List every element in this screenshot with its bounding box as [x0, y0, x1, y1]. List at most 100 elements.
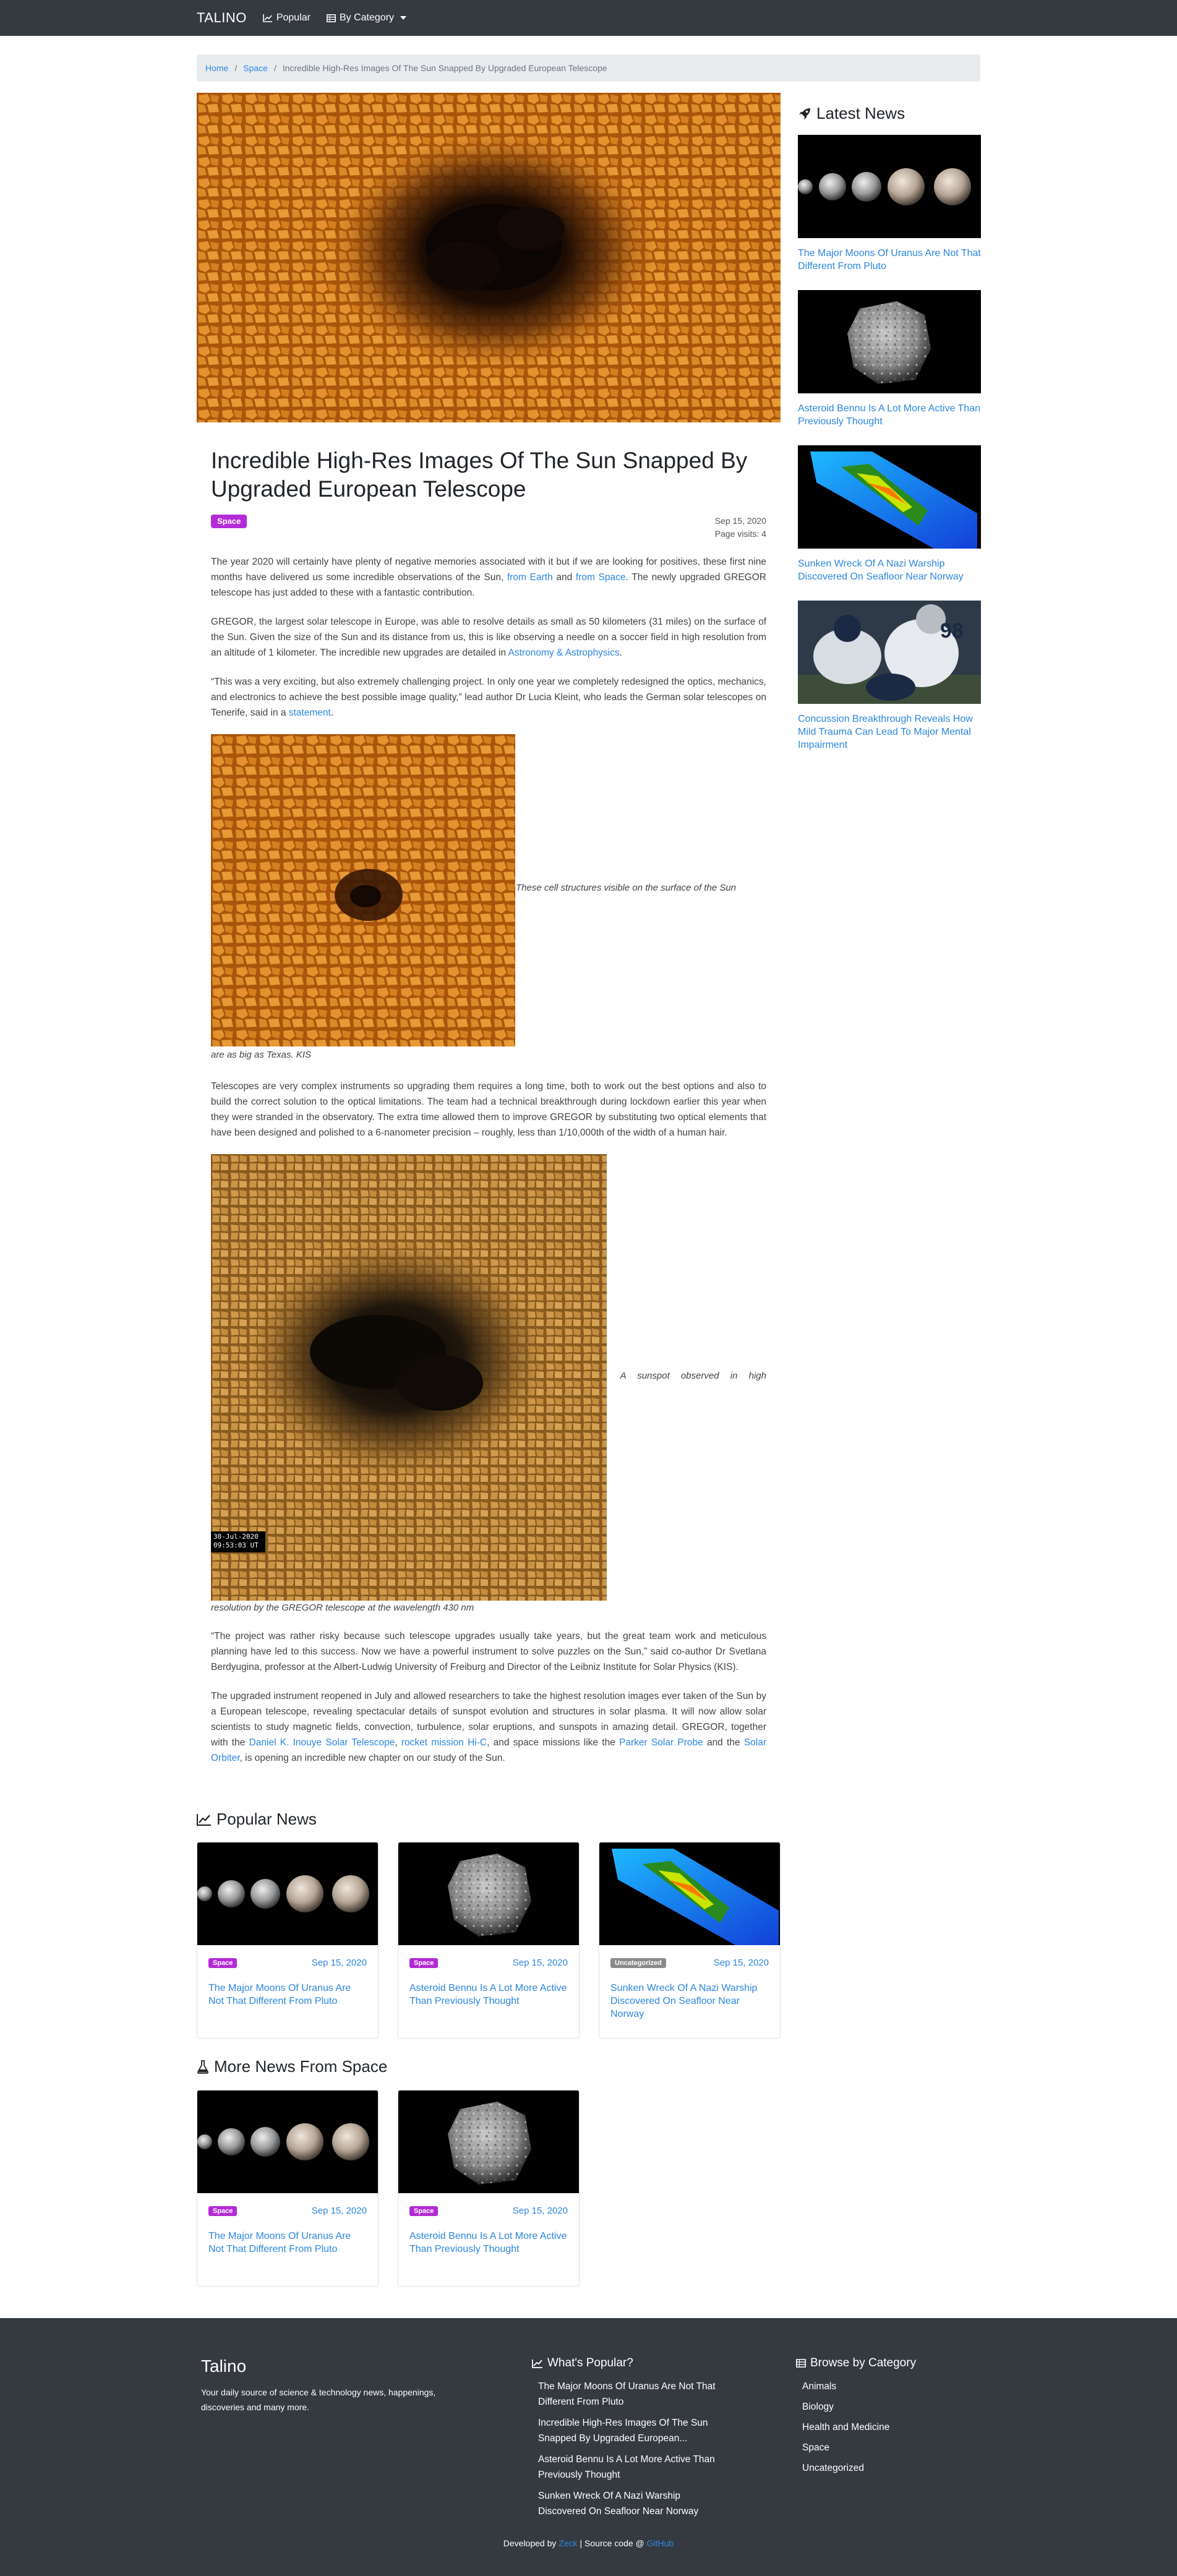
news-card[interactable]: Space Sep 15, 2020 The Major Moons Of Ur…: [197, 1842, 379, 2039]
figure-image: 30-Jul-2020 09:53:03 UT: [211, 1154, 607, 1601]
link-parker-solar-probe[interactable]: Parker Solar Probe: [619, 1737, 703, 1748]
card-title[interactable]: The Major Moons Of Uranus Are Not That D…: [208, 1982, 367, 2008]
footer-popular-item[interactable]: Sunken Wreck Of A Nazi Warship Discovere…: [538, 2488, 730, 2519]
figure-caption-continued: are as big as Texas. KIS: [211, 1050, 312, 1060]
sidebar-item[interactable]: Sunken Wreck Of A Nazi Warship Discovere…: [798, 445, 981, 583]
chart-line-icon: [263, 14, 273, 22]
sidebar-item[interactable]: Asteroid Bennu Is A Lot More Active Than…: [798, 290, 981, 428]
moons-thumbnail[interactable]: [197, 2090, 378, 2193]
footer-popular-list: The Major Moons Of Uranus Are Not That D…: [532, 2379, 730, 2519]
asteroid-thumbnail[interactable]: [398, 2090, 579, 2193]
footer-category-uncategorized[interactable]: Uncategorized: [802, 2460, 982, 2476]
card-date: Sep 15, 2020: [512, 2206, 568, 2216]
nav-popular[interactable]: Popular: [263, 12, 310, 24]
text-run: .: [330, 708, 334, 718]
more-news-label: More News From Space: [214, 2057, 388, 2076]
news-card[interactable]: Space Sep 15, 2020 The Major Moons Of Ur…: [197, 2090, 379, 2287]
text-run: and the: [703, 1737, 744, 1748]
footer-description: Your daily source of science & technolog…: [201, 2387, 436, 2412]
card-title[interactable]: Asteroid Bennu Is A Lot More Active Than…: [409, 2230, 568, 2256]
sidebar-item-title[interactable]: The Major Moons Of Uranus Are Not That D…: [798, 247, 981, 273]
football-thumbnail[interactable]: 98: [798, 601, 981, 704]
category-badge[interactable]: Uncategorized: [610, 1958, 666, 1968]
card-title[interactable]: Sunken Wreck Of A Nazi Warship Discovere…: [610, 1982, 769, 2021]
link-from-earth[interactable]: from Earth: [507, 572, 553, 583]
footer-category-space[interactable]: Space: [802, 2440, 982, 2455]
sidebar-item-title[interactable]: Sunken Wreck Of A Nazi Warship Discovere…: [798, 557, 981, 583]
sidebar-item-title[interactable]: Concussion Breakthrough Reveals How Mild…: [798, 712, 981, 751]
card-body: Space Sep 15, 2020 Asteroid Bennu Is A L…: [398, 2193, 579, 2268]
footer-popular-item[interactable]: The Major Moons Of Uranus Are Not That D…: [538, 2379, 730, 2410]
github-link[interactable]: GitHub: [647, 2538, 674, 2548]
footer-popular-item[interactable]: Asteroid Bennu Is A Lot More Active Than…: [538, 2452, 730, 2483]
sidebar-item[interactable]: The Major Moons Of Uranus Are Not That D…: [798, 135, 981, 273]
category-badge[interactable]: Space: [208, 1958, 238, 1968]
card-meta: Space Sep 15, 2020: [208, 2206, 367, 2216]
popular-news-title: Popular News: [197, 1810, 317, 1829]
brand-logo[interactable]: TALINO: [197, 10, 247, 26]
footer-popular: What's Popular? The Major Moons Of Uranu…: [532, 2356, 730, 2525]
breadcrumb-current: Incredible High-Res Images Of The Sun Sn…: [282, 63, 607, 73]
breadcrumb: Home / Space / Incredible High-Res Image…: [197, 54, 980, 82]
figure-caption: These cell structures visible on the sur…: [516, 883, 737, 893]
category-badge[interactable]: Space: [409, 1958, 439, 1968]
shipwreck-thumbnail[interactable]: [798, 445, 981, 549]
text-run: , is opening an incredible new chapter o…: [239, 1753, 505, 1763]
link-astronomy-astrophysics[interactable]: Astronomy & Astrophysics: [508, 648, 620, 658]
sidebar-item-title[interactable]: Asteroid Bennu Is A Lot More Active Than…: [798, 402, 981, 428]
card-body: Uncategorized Sep 15, 2020 Sunken Wreck …: [599, 1945, 780, 2033]
footer-category-head: Browse by Category: [796, 2356, 982, 2370]
hero-image: [197, 93, 781, 422]
link-inouye-telescope[interactable]: Daniel K. Inouye Solar Telescope: [249, 1737, 395, 1748]
figure-sunspot: 30-Jul-2020 09:53:03 UT A sunspot observ…: [211, 1154, 766, 1615]
sidebar-item[interactable]: 98 Concussion Breakthrough Reveals How M…: [798, 601, 981, 751]
asteroid-thumbnail[interactable]: [798, 290, 981, 393]
card-meta: Space Sep 15, 2020: [409, 2206, 568, 2216]
footer-category-biology[interactable]: Biology: [802, 2399, 982, 2415]
breadcrumb-home[interactable]: Home: [205, 63, 228, 73]
category-badge[interactable]: Space: [211, 515, 247, 528]
developer-link[interactable]: Zeck: [559, 2538, 577, 2548]
footer-category-animals[interactable]: Animals: [802, 2379, 982, 2394]
footer-category-label: Browse by Category: [810, 2356, 917, 2369]
shipwreck-thumbnail[interactable]: [599, 1842, 780, 1945]
link-from-space[interactable]: from Space: [576, 572, 626, 583]
link-statement[interactable]: statement: [289, 708, 331, 718]
navbar: TALINO Popular By Category: [0, 0, 1177, 36]
card-title[interactable]: The Major Moons Of Uranus Are Not That D…: [208, 2230, 367, 2256]
asteroid-thumbnail[interactable]: [398, 1842, 579, 1945]
footer-categories: Browse by Category Animals Biology Healt…: [796, 2356, 982, 2481]
footer-category-health[interactable]: Health and Medicine: [802, 2420, 982, 2435]
figure-image: [211, 734, 515, 1046]
card-meta: Space Sep 15, 2020: [208, 1958, 367, 1968]
moons-thumbnail[interactable]: [197, 1842, 378, 1945]
link-hi-c[interactable]: rocket mission Hi-C: [401, 1737, 487, 1748]
article-paragraph: “This was a very exciting, but also extr…: [211, 674, 766, 721]
news-card[interactable]: Uncategorized Sep 15, 2020 Sunken Wreck …: [599, 1842, 781, 2039]
figure-caption-continued: resolution by the GREGOR telescope at th…: [211, 1603, 474, 1613]
category-badge[interactable]: Space: [409, 2206, 439, 2216]
figure-caption: A sunspot observed in high: [620, 1371, 766, 1381]
stamp-time: 09:53:03 UT: [213, 1541, 259, 1549]
stamp-date: 30-Jul-2020: [213, 1533, 259, 1541]
news-card[interactable]: Space Sep 15, 2020 Asteroid Bennu Is A L…: [398, 2090, 580, 2287]
sidebar-title: Latest News: [798, 104, 905, 123]
figure-cell-structures: These cell structures visible on the sur…: [211, 734, 766, 1065]
card-title[interactable]: Asteroid Bennu Is A Lot More Active Than…: [409, 1982, 568, 2008]
breadcrumb-separator: /: [273, 63, 276, 73]
card-date: Sep 15, 2020: [311, 2206, 367, 2216]
footer-popular-head: What's Popular?: [532, 2356, 730, 2370]
card-date: Sep 15, 2020: [713, 1958, 769, 1968]
category-badge[interactable]: Space: [208, 2206, 238, 2216]
breadcrumb-category[interactable]: Space: [243, 63, 268, 73]
card-meta: Space Sep 15, 2020: [409, 1958, 568, 1968]
nav-by-category[interactable]: By Category: [326, 12, 407, 24]
list-icon: [796, 2359, 806, 2368]
footer-popular-item[interactable]: Incredible High-Res Images Of The Sun Sn…: [538, 2415, 730, 2446]
article-paragraph: “The project was rather risky because su…: [211, 1631, 766, 1672]
text-run: and: [552, 572, 576, 583]
text-run: ,: [395, 1737, 401, 1748]
flask-icon: [197, 2060, 209, 2074]
moons-thumbnail[interactable]: [798, 135, 981, 238]
news-card[interactable]: Space Sep 15, 2020 Asteroid Bennu Is A L…: [398, 1842, 580, 2039]
